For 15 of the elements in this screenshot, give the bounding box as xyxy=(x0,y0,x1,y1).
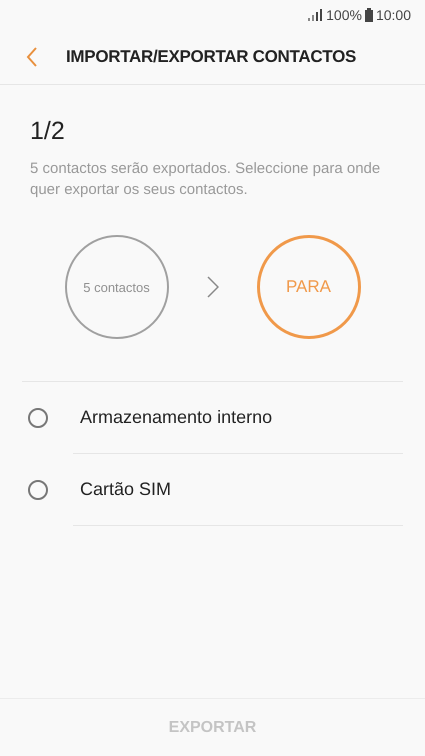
radio-button[interactable] xyxy=(28,408,48,428)
option-label[interactable]: Armazenamento interno xyxy=(80,407,272,428)
screen-title: IMPORTAR/EXPORTAR CONTACTOS xyxy=(66,47,356,67)
description-text: 5 contactos serão exportados. Seleccione para onde quer exportar os seus contactos. xyxy=(30,159,382,200)
clock-time: 10:00 xyxy=(376,7,411,23)
radio-button[interactable] xyxy=(28,480,48,500)
flow-circle: 5 contactos xyxy=(64,235,168,339)
flow-circle: PARA xyxy=(256,235,360,339)
step-counter: 1/2 xyxy=(30,117,66,146)
battery-icon xyxy=(364,8,373,22)
battery-percentage: 100% xyxy=(326,7,362,23)
chevron-right-icon xyxy=(206,276,218,298)
back-icon xyxy=(26,47,38,67)
signal-icon xyxy=(307,9,324,21)
option-label[interactable]: Cartão SIM xyxy=(80,479,172,500)
